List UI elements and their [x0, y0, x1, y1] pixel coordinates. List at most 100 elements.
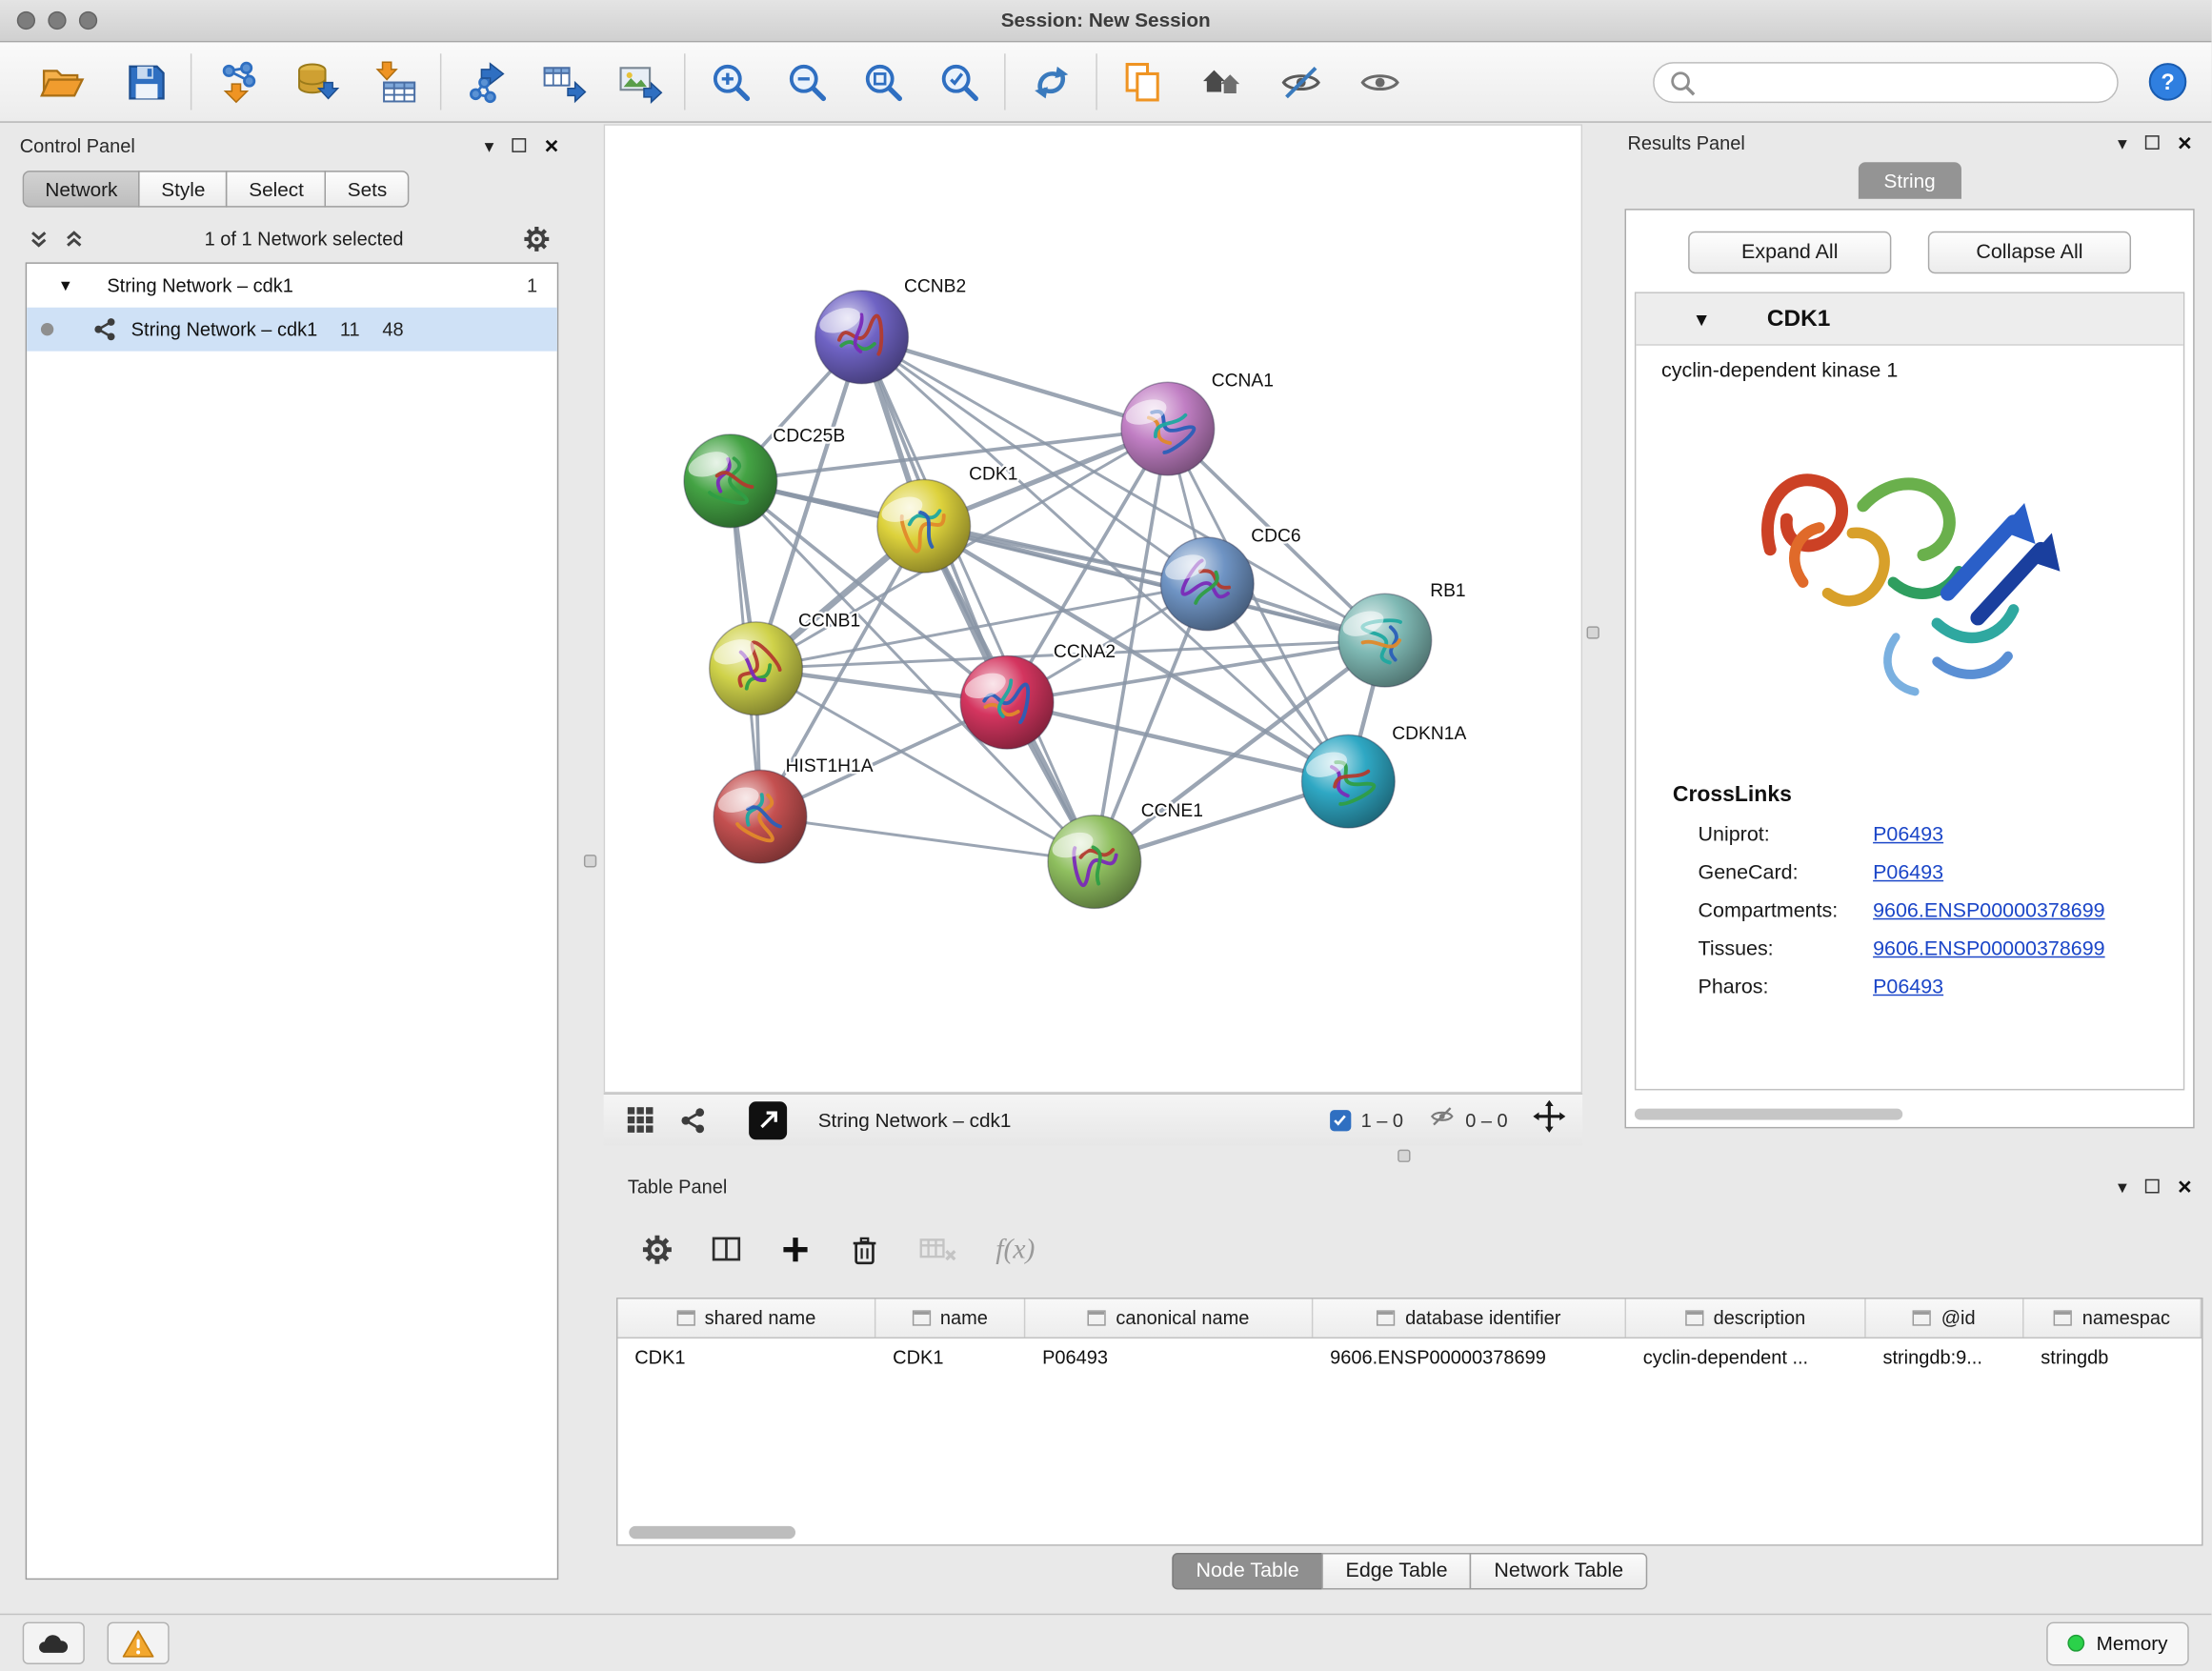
gear-icon[interactable]: [523, 225, 550, 252]
delete-column-trash-icon[interactable]: [849, 1234, 880, 1265]
panel-close-icon[interactable]: ×: [545, 133, 559, 157]
panel-float-icon[interactable]: [513, 138, 527, 152]
grid-view-button[interactable]: [626, 1106, 654, 1135]
search-box[interactable]: [1653, 61, 2119, 102]
crosslink-link[interactable]: 9606.ENSP00000378699: [1873, 900, 2105, 923]
warnings-button[interactable]: [108, 1622, 170, 1664]
network-node-CDKN1A[interactable]: [1302, 735, 1396, 828]
panel-close-icon[interactable]: ×: [2178, 131, 2192, 154]
panel-menu-icon[interactable]: ▾: [2118, 1177, 2127, 1195]
table-cell[interactable]: 9606.ENSP00000378699: [1313, 1347, 1626, 1368]
network-node-CDC25B[interactable]: [684, 434, 777, 528]
table-cell[interactable]: P06493: [1025, 1347, 1313, 1368]
copy-style-button[interactable]: [1110, 50, 1175, 114]
column-header--id[interactable]: @id: [1866, 1299, 2024, 1338]
collapse-all-button[interactable]: Collapse All: [1928, 232, 2131, 273]
table-row[interactable]: CDK1CDK1P064939606.ENSP00000378699cyclin…: [617, 1339, 2202, 1377]
network-node-HIST1H1A[interactable]: [714, 770, 807, 863]
selected-checkbox-icon[interactable]: [1330, 1109, 1351, 1130]
hide-graphics-details-button[interactable]: [1268, 50, 1333, 114]
network-collection-row[interactable]: ▼ String Network – cdk1 1: [27, 264, 557, 308]
search-input[interactable]: [1705, 70, 2103, 93]
show-columns-icon[interactable]: [711, 1234, 742, 1265]
network-edge-CCNB2-CCNE1[interactable]: [862, 337, 1095, 862]
export-image-button[interactable]: [607, 50, 672, 114]
table-settings-gear-icon[interactable]: [642, 1234, 674, 1265]
window-zoom-button[interactable]: [79, 11, 97, 30]
network-overview-button[interactable]: [680, 1106, 707, 1133]
zoom-in-button[interactable]: [698, 50, 763, 114]
column-header-description[interactable]: description: [1626, 1299, 1866, 1338]
table-horizontal-scrollbar[interactable]: [629, 1526, 795, 1539]
table-cell[interactable]: CDK1: [617, 1347, 875, 1368]
tab-edge-table[interactable]: Edge Table: [1321, 1553, 1471, 1589]
table-cell[interactable]: CDK1: [875, 1347, 1025, 1368]
function-builder-button[interactable]: f(x): [995, 1234, 1035, 1266]
splitter-handle-right[interactable]: [1587, 626, 1599, 638]
network-node-CDK1[interactable]: [877, 479, 971, 573]
show-graphics-details-button[interactable]: [1347, 50, 1412, 114]
show-welcome-screen-button[interactable]: [1189, 50, 1254, 114]
network-view[interactable]: CCNB2CCNA1CDC25BCDK1CDC6RB1CCNB1CCNA2CDK…: [604, 124, 1582, 1093]
network-edge-HIST1H1A-CCNE1[interactable]: [760, 816, 1095, 861]
column-header-canonical-name[interactable]: canonical name: [1025, 1299, 1313, 1338]
crosslink-link[interactable]: P06493: [1873, 976, 1943, 999]
tab-select[interactable]: Select: [227, 171, 327, 207]
add-column-plus-icon[interactable]: [780, 1234, 812, 1265]
crosslink-link[interactable]: 9606.ENSP00000378699: [1873, 938, 2105, 961]
open-session-button[interactable]: [29, 50, 93, 114]
network-node-CCNB1[interactable]: [710, 622, 803, 715]
table-cell[interactable]: cyclin-dependent ...: [1626, 1347, 1866, 1368]
tab-string[interactable]: String: [1859, 162, 1961, 198]
tab-sets[interactable]: Sets: [325, 171, 410, 207]
panel-close-icon[interactable]: ×: [2178, 1175, 2192, 1198]
column-header-namespac[interactable]: namespac: [2024, 1299, 2202, 1338]
import-network-button[interactable]: [205, 50, 270, 114]
network-node-RB1[interactable]: [1338, 594, 1432, 687]
pan-mode-button[interactable]: [1533, 1100, 1565, 1139]
column-header-shared-name[interactable]: shared name: [617, 1299, 875, 1338]
network-edge-CCNB2-CCNA1[interactable]: [862, 337, 1168, 429]
network-node-CCNB2[interactable]: [815, 291, 909, 384]
column-header-database-identifier[interactable]: database identifier: [1313, 1299, 1626, 1338]
tree-expanded-icon[interactable]: ▼: [58, 277, 73, 294]
save-session-button[interactable]: [112, 50, 177, 114]
splitter-handle-left[interactable]: [584, 855, 596, 867]
expand-all-button[interactable]: Expand All: [1688, 232, 1891, 273]
export-table-button[interactable]: [531, 50, 595, 114]
panel-menu-icon[interactable]: ▾: [485, 136, 494, 154]
table-cell[interactable]: stringdb:9...: [1866, 1347, 2024, 1368]
panel-float-icon[interactable]: [2145, 1179, 2160, 1194]
gene-section-header[interactable]: ▼ CDK1: [1636, 293, 2182, 346]
expand-all-icon[interactable]: [64, 228, 85, 249]
import-network-from-database-button[interactable]: [284, 50, 349, 114]
network-node-CCNA2[interactable]: [960, 655, 1054, 749]
export-network-button[interactable]: [454, 50, 519, 114]
tab-network-table[interactable]: Network Table: [1470, 1553, 1647, 1589]
zoom-selected-button[interactable]: [927, 50, 992, 114]
splitter-handle-bottom[interactable]: [1398, 1150, 1410, 1162]
crosslink-link[interactable]: P06493: [1873, 824, 1943, 847]
window-minimize-button[interactable]: [48, 11, 66, 30]
zoom-fit-button[interactable]: [851, 50, 915, 114]
table-cell[interactable]: stringdb: [2024, 1347, 2202, 1368]
panel-float-icon[interactable]: [2145, 135, 2160, 150]
network-row-selected[interactable]: String Network – cdk1 11 48: [27, 308, 557, 352]
help-button[interactable]: ?: [2146, 61, 2188, 103]
column-header-name[interactable]: name: [875, 1299, 1025, 1338]
window-close-button[interactable]: [17, 11, 35, 30]
network-node-CDC6[interactable]: [1160, 537, 1254, 631]
collapse-all-icon[interactable]: [29, 228, 50, 249]
birdseye-view-button[interactable]: [749, 1101, 787, 1139]
results-horizontal-scrollbar[interactable]: [1635, 1109, 1902, 1120]
zoom-out-button[interactable]: [774, 50, 839, 114]
tab-style[interactable]: Style: [139, 171, 228, 207]
import-table-button[interactable]: [362, 50, 427, 114]
panel-menu-icon[interactable]: ▾: [2118, 133, 2127, 151]
network-canvas[interactable]: CCNB2CCNA1CDC25BCDK1CDC6RB1CCNB1CCNA2CDK…: [605, 126, 1581, 1092]
tab-network[interactable]: Network: [23, 171, 140, 207]
apply-layout-button[interactable]: [1018, 50, 1083, 114]
network-node-CCNA1[interactable]: [1121, 382, 1215, 475]
network-node-CCNE1[interactable]: [1048, 815, 1141, 909]
network-edge-CCNA2-CDKN1A[interactable]: [1007, 702, 1348, 781]
